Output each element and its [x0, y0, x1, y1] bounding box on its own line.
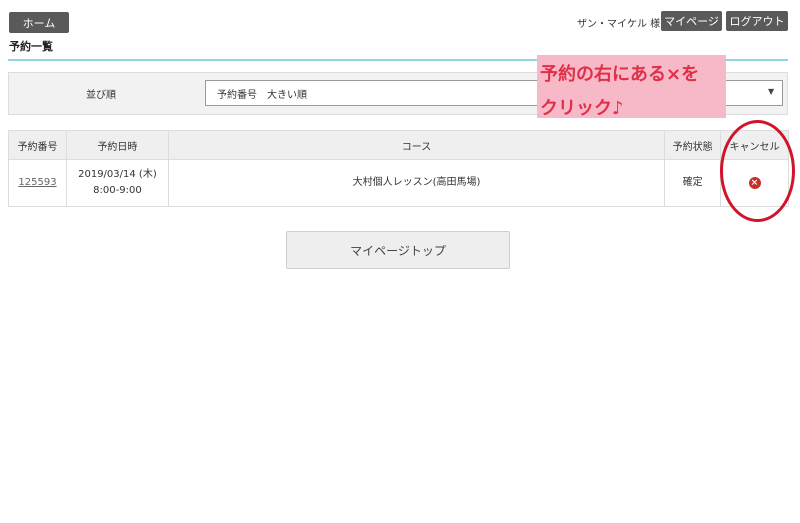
annotation-line-1: 予約の右にある×を — [540, 64, 700, 85]
dropdown-arrow-icon[interactable]: ▼ — [768, 87, 774, 96]
reservation-number-link[interactable]: 125593 — [18, 177, 56, 188]
cell-status: 確定 — [664, 159, 722, 207]
reservation-time: 8:00-9:00 — [93, 185, 142, 196]
home-button[interactable]: ホーム — [9, 12, 69, 33]
header-date: 予約日時 — [65, 130, 169, 160]
reservation-table: 予約番号 予約日時 コース 予約状態 キャンセル 125593 2019/03/… — [8, 130, 789, 207]
annotation-circle — [720, 120, 795, 222]
cell-date: 2019/03/14 (木) 8:00-9:00 — [65, 159, 169, 207]
annotation-line-2: クリック♪ — [540, 98, 624, 119]
logout-button[interactable]: ログアウト — [726, 11, 788, 31]
table-header-row: 予約番号 予約日時 コース 予約状態 キャンセル — [8, 130, 789, 160]
mypage-button[interactable]: マイページ — [661, 11, 722, 31]
sort-selected-value: 予約番号 大きい順 — [217, 89, 307, 101]
table-row: 125593 2019/03/14 (木) 8:00-9:00 大村個人レッスン… — [8, 159, 789, 207]
cell-reservation-no: 125593 — [8, 159, 67, 207]
sort-label: 並び順 — [86, 90, 116, 101]
header-course: コース — [167, 130, 666, 160]
mypage-top-button[interactable]: マイページトップ — [286, 231, 510, 269]
user-name: ザン・マイケル 様 — [577, 19, 661, 30]
reservation-date: 2019/03/14 (木) — [78, 169, 157, 180]
cell-course: 大村個人レッスン(高田馬場) — [167, 159, 666, 207]
page-title: 予約一覧 — [9, 40, 53, 53]
header-status: 予約状態 — [664, 130, 722, 160]
header-reservation-no: 予約番号 — [8, 130, 67, 160]
